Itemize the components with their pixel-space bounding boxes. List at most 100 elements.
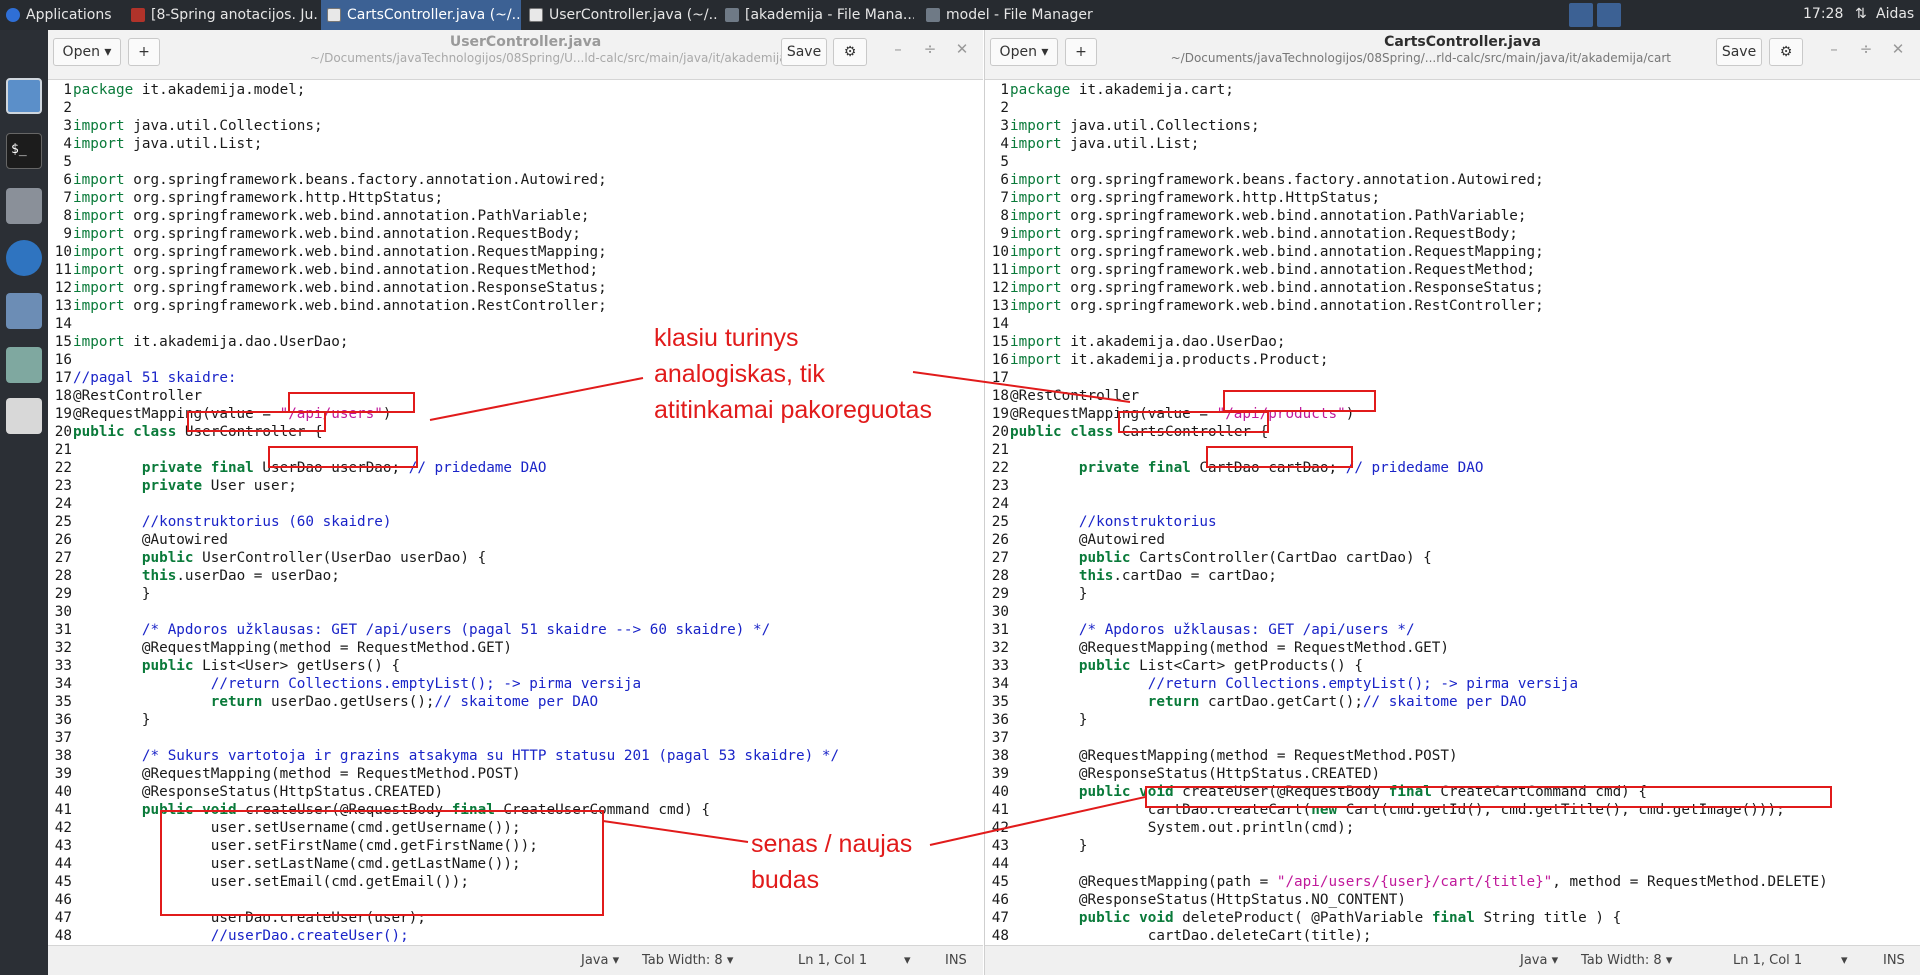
code-line[interactable]: 11 import org.springframework.web.bind.an… — [985, 261, 1920, 279]
code-line[interactable]: 26 @Autowired — [985, 531, 1920, 549]
code-line[interactable]: 34 //return Collections.emptyList(); -> … — [48, 675, 983, 693]
code-line[interactable]: 23 private User user; — [48, 477, 983, 495]
code-line[interactable]: 6 import org.springframework.beans.factor… — [985, 171, 1920, 189]
code-line[interactable]: 3 import java.util.Collections; — [48, 117, 983, 135]
cursor-position[interactable]: Ln 1, Col 1 — [798, 953, 867, 968]
code-line[interactable]: 26 @Autowired — [48, 531, 983, 549]
code-line[interactable]: 38 /* Sukurs vartotoja ir grazins atsaky… — [48, 747, 983, 765]
cursor-position[interactable]: Ln 1, Col 1 — [1733, 953, 1802, 968]
taskbar-item-cartscontroller[interactable]: CartsController.java (~/... — [321, 0, 521, 30]
code-line[interactable]: 16 import it.akademija.products.Product; — [985, 351, 1920, 369]
code-line[interactable]: 41 cartDao.createCart(new Cart(cmd.getId… — [985, 801, 1920, 819]
language-selector[interactable]: Java ▾ — [1520, 953, 1558, 968]
code-view[interactable]: 1 package it.akademija.model; 2 3 import jav… — [48, 81, 983, 945]
code-line[interactable]: 33 public List<Cart> getProducts() { — [985, 657, 1920, 675]
terminal-icon[interactable]: $_ — [6, 133, 42, 169]
code-line[interactable]: 48 //userDao.createUser(); — [48, 927, 983, 945]
code-line[interactable]: 2 — [48, 99, 983, 117]
tab-width-selector[interactable]: Tab Width: 8 ▾ — [642, 953, 733, 968]
usb-drive-icon[interactable] — [6, 398, 42, 434]
code-line[interactable]: 11 import org.springframework.web.bind.an… — [48, 261, 983, 279]
code-line[interactable]: 5 — [985, 153, 1920, 171]
code-line[interactable]: 2 — [985, 99, 1920, 117]
code-line[interactable]: 48 cartDao.deleteCart(title); — [985, 927, 1920, 945]
code-line[interactable]: 31 /* Apdoros užklausas: GET /api/users … — [985, 621, 1920, 639]
tab-width-selector[interactable]: Tab Width: 8 ▾ — [1581, 953, 1672, 968]
folder-icon[interactable] — [6, 293, 42, 329]
chevron-down-icon[interactable]: ▾ — [1841, 953, 1848, 968]
code-line[interactable]: 6 import org.springframework.beans.factor… — [48, 171, 983, 189]
code-line[interactable]: 10 import org.springframework.web.bind.an… — [48, 243, 983, 261]
code-line[interactable]: 8 import org.springframework.web.bind.ann… — [48, 207, 983, 225]
code-line[interactable]: 32 @RequestMapping(method = RequestMetho… — [48, 639, 983, 657]
code-line[interactable]: 36 } — [48, 711, 983, 729]
code-line[interactable]: 21 — [48, 441, 983, 459]
menu-gear-button[interactable]: ⚙ — [1769, 38, 1803, 66]
code-line[interactable]: 3 import java.util.Collections; — [985, 117, 1920, 135]
new-document-button[interactable]: + — [1065, 38, 1097, 66]
code-line[interactable]: 30 — [985, 603, 1920, 621]
network-icon[interactable]: ⇅ — [1855, 6, 1867, 22]
code-line[interactable]: 22 private final CartDao cartDao; // pri… — [985, 459, 1920, 477]
code-line[interactable]: 14 — [985, 315, 1920, 333]
code-line[interactable]: 4 import java.util.List; — [48, 135, 983, 153]
code-line[interactable]: 23 — [985, 477, 1920, 495]
code-line[interactable]: 20 public class CartsController { — [985, 423, 1920, 441]
code-line[interactable]: 28 this.userDao = userDao; — [48, 567, 983, 585]
code-line[interactable]: 39 @RequestMapping(method = RequestMetho… — [48, 765, 983, 783]
close-icon[interactable]: ✕ — [952, 40, 972, 58]
code-line[interactable]: 17 — [985, 369, 1920, 387]
code-line[interactable]: 24 — [985, 495, 1920, 513]
close-icon[interactable]: ✕ — [1888, 40, 1908, 58]
language-selector[interactable]: Java ▾ — [581, 953, 619, 968]
code-line[interactable]: 18 @RestController — [985, 387, 1920, 405]
code-line[interactable]: 15 import it.akademija.dao.UserDao; — [985, 333, 1920, 351]
code-line[interactable]: 40 public void createUser(@RequestBody f… — [985, 783, 1920, 801]
save-button[interactable]: Save — [1716, 38, 1762, 66]
code-line[interactable]: 7 import org.springframework.http.HttpSta… — [985, 189, 1920, 207]
code-line[interactable]: 12 import org.springframework.web.bind.an… — [985, 279, 1920, 297]
minimize-icon[interactable]: – — [1824, 40, 1844, 58]
code-line[interactable]: 34 //return Collections.emptyList(); -> … — [985, 675, 1920, 693]
user-menu[interactable]: Aidas — [1876, 6, 1914, 22]
code-line[interactable]: 9 import org.springframework.web.bind.ann… — [48, 225, 983, 243]
code-view[interactable]: 1 package it.akademija.cart; 2 3 import java… — [985, 81, 1920, 945]
maximize-icon[interactable]: ÷ — [920, 40, 940, 58]
code-line[interactable]: 37 — [985, 729, 1920, 747]
code-line[interactable]: 33 public List<User> getUsers() { — [48, 657, 983, 675]
code-line[interactable]: 30 — [48, 603, 983, 621]
chevron-down-icon[interactable]: ▾ — [904, 953, 911, 968]
code-line[interactable]: 40 @ResponseStatus(HttpStatus.CREATED) — [48, 783, 983, 801]
code-line[interactable]: 5 — [48, 153, 983, 171]
code-line[interactable]: 22 private final UserDao userDao; // pri… — [48, 459, 983, 477]
code-line[interactable]: 4 import java.util.List; — [985, 135, 1920, 153]
code-line[interactable]: 8 import org.springframework.web.bind.ann… — [985, 207, 1920, 225]
code-line[interactable]: 13 import org.springframework.web.bind.an… — [48, 297, 983, 315]
code-line[interactable]: 46 @ResponseStatus(HttpStatus.NO_CONTENT… — [985, 891, 1920, 909]
minimize-icon[interactable]: – — [888, 40, 908, 58]
code-line[interactable]: 27 public CartsController(CartDao cartDa… — [985, 549, 1920, 567]
code-line[interactable]: 7 import org.springframework.http.HttpSta… — [48, 189, 983, 207]
code-line[interactable]: 44 — [985, 855, 1920, 873]
applications-menu[interactable]: Applications — [0, 0, 124, 30]
code-line[interactable]: 41 public void createUser(@RequestBody f… — [48, 801, 983, 819]
code-line[interactable]: 1 package it.akademija.cart; — [985, 81, 1920, 99]
save-button[interactable]: Save — [781, 38, 827, 66]
home-folder-icon[interactable] — [6, 188, 42, 224]
web-browser-icon[interactable] — [6, 240, 42, 276]
code-line[interactable]: 32 @RequestMapping(method = RequestMetho… — [985, 639, 1920, 657]
code-line[interactable]: 12 import org.springframework.web.bind.an… — [48, 279, 983, 297]
code-line[interactable]: 27 public UserController(UserDao userDao… — [48, 549, 983, 567]
code-line[interactable]: 43 } — [985, 837, 1920, 855]
code-line[interactable]: 13 import org.springframework.web.bind.an… — [985, 297, 1920, 315]
trash-bin-icon[interactable] — [6, 347, 42, 383]
code-line[interactable]: 47 public void deleteProduct( @PathVaria… — [985, 909, 1920, 927]
taskbar-item-usercontroller[interactable]: UserController.java (~/... — [523, 0, 717, 30]
new-document-button[interactable]: + — [128, 38, 160, 66]
code-line[interactable]: 35 return cartDao.getCart();// skaitome … — [985, 693, 1920, 711]
code-line[interactable]: 10 import org.springframework.web.bind.an… — [985, 243, 1920, 261]
maximize-icon[interactable]: ÷ — [1856, 40, 1876, 58]
monitor-icon[interactable] — [6, 78, 42, 114]
code-line[interactable]: 19 @RequestMapping(value = "/api/products… — [985, 405, 1920, 423]
code-line[interactable]: 38 @RequestMapping(method = RequestMetho… — [985, 747, 1920, 765]
